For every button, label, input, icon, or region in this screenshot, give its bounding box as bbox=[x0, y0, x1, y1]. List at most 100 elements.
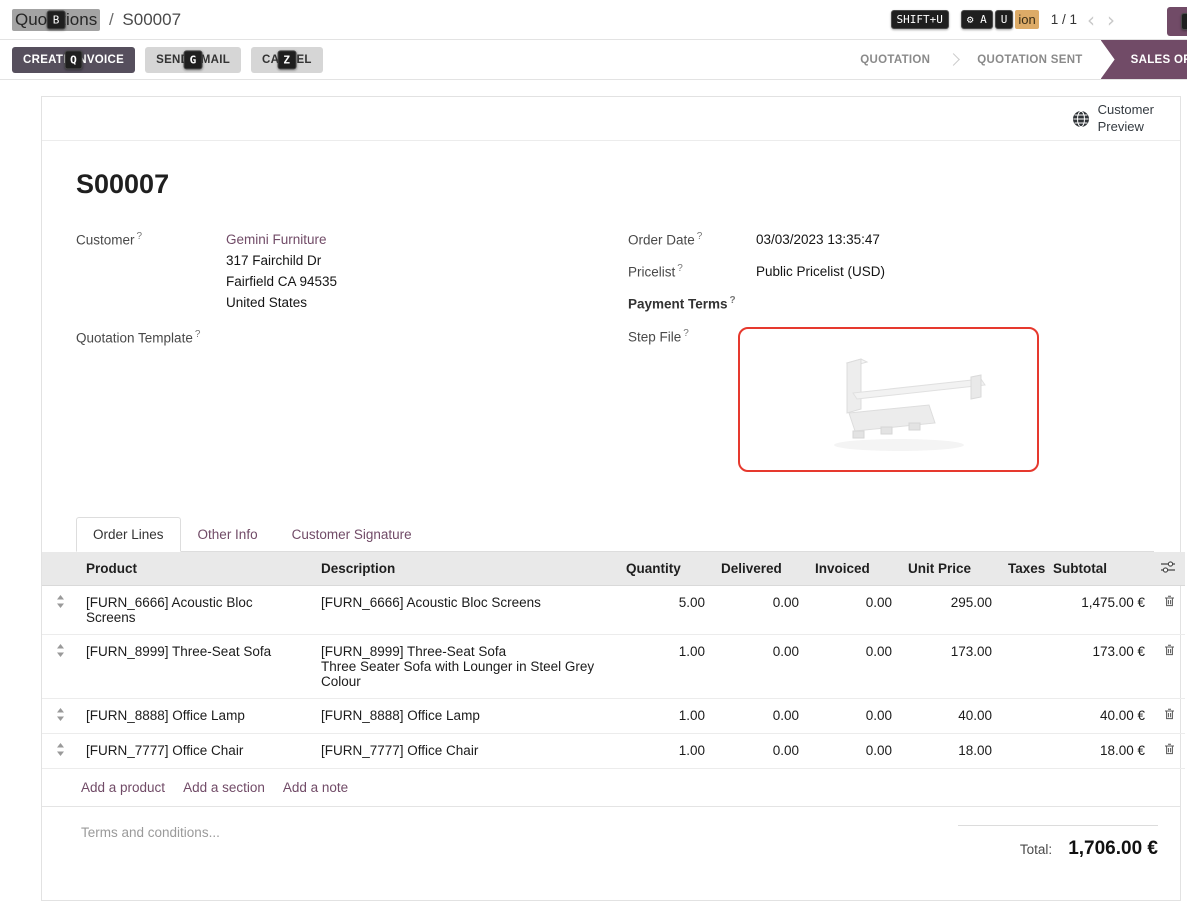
delete-row-button[interactable] bbox=[1153, 635, 1185, 699]
cell-invoiced[interactable]: 0.00 bbox=[807, 586, 900, 635]
trash-icon bbox=[1164, 743, 1175, 755]
drag-handle-icon[interactable] bbox=[42, 734, 78, 769]
quotation-template-label: Quotation Template? bbox=[76, 328, 226, 346]
hint-badge-shift-u: SHIFT+U bbox=[891, 10, 949, 29]
cell-product[interactable]: [FURN_8999] Three-Seat Sofa bbox=[78, 635, 313, 699]
cell-description[interactable]: [FURN_8888] Office Lamp bbox=[313, 699, 618, 734]
cell-product[interactable]: [FURN_8888] Office Lamp bbox=[78, 699, 313, 734]
cell-description[interactable]: [FURN_8999] Three-Seat SofaThree Seater … bbox=[313, 635, 618, 699]
customer-address-line3: United States bbox=[226, 293, 337, 314]
sheet-footer: Terms and conditions... Total: 1,706.00 … bbox=[42, 807, 1180, 900]
tab-order-lines[interactable]: Order Lines bbox=[76, 517, 181, 552]
delete-row-button[interactable] bbox=[1153, 734, 1185, 769]
step-file-image[interactable] bbox=[738, 327, 1039, 472]
optional-columns-toggle[interactable] bbox=[1153, 552, 1185, 586]
cell-unit-price[interactable]: 18.00 bbox=[900, 734, 1000, 769]
add-product-link[interactable]: Add a product bbox=[81, 780, 165, 795]
cell-invoiced[interactable]: 0.00 bbox=[807, 699, 900, 734]
order-date-value[interactable]: 03/03/2023 13:35:47 bbox=[756, 230, 880, 251]
send-email-button[interactable]: SEND EMAIL G bbox=[145, 47, 241, 73]
field-order-date: Order Date? 03/03/2023 13:35:47 bbox=[628, 230, 1154, 251]
breadcrumb-quotations[interactable]: Quotations B bbox=[12, 9, 100, 31]
control-panel-top: Quotations B / S00007 SHIFT+U ⚙ A U ion … bbox=[0, 0, 1187, 40]
cell-delivered[interactable]: 0.00 bbox=[713, 635, 807, 699]
cell-description[interactable]: [FURN_7777] Office Chair bbox=[313, 734, 618, 769]
cell-unit-price[interactable]: 40.00 bbox=[900, 699, 1000, 734]
pager-previous-button[interactable]: ‹ bbox=[1085, 10, 1097, 30]
cell-subtotal: 18.00 € bbox=[1045, 734, 1153, 769]
hint-badge-z: Z bbox=[277, 50, 296, 69]
cell-unit-price[interactable]: 295.00 bbox=[900, 586, 1000, 635]
table-row[interactable]: [FURN_8888] Office Lamp [FURN_8888] Offi… bbox=[42, 699, 1185, 734]
form-view-content: Customer Preview S00007 Customer? Gemini… bbox=[0, 80, 1187, 901]
column-header-description: Description bbox=[313, 552, 618, 586]
cell-quantity[interactable]: 1.00 bbox=[618, 699, 713, 734]
cell-taxes[interactable] bbox=[1000, 734, 1045, 769]
customer-link[interactable]: Gemini Furniture bbox=[226, 232, 327, 247]
add-note-link[interactable]: Add a note bbox=[283, 780, 348, 795]
sheet: Customer Preview S00007 Customer? Gemini… bbox=[41, 96, 1181, 901]
cell-invoiced[interactable]: 0.00 bbox=[807, 734, 900, 769]
record-pager: 1 / 1 ‹ › bbox=[1051, 10, 1117, 30]
cancel-button[interactable]: CANCEL Z bbox=[251, 47, 323, 73]
customer-label: Customer? bbox=[76, 230, 226, 248]
cell-quantity[interactable]: 5.00 bbox=[618, 586, 713, 635]
breadcrumb: Quotations B / S00007 bbox=[12, 9, 181, 31]
drag-handle-icon[interactable] bbox=[42, 635, 78, 699]
create-button[interactable]: C reate bbox=[1167, 7, 1187, 36]
customer-preview-button[interactable]: Customer Preview bbox=[1072, 102, 1154, 136]
drag-handle-icon[interactable] bbox=[42, 586, 78, 635]
hint-badge-c: C bbox=[1181, 13, 1187, 30]
cell-quantity[interactable]: 1.00 bbox=[618, 635, 713, 699]
cell-description[interactable]: [FURN_6666] Acoustic Bloc Screens bbox=[313, 586, 618, 635]
pager-next-button[interactable]: › bbox=[1105, 10, 1117, 30]
drag-handle-icon[interactable] bbox=[42, 699, 78, 734]
delete-row-button[interactable] bbox=[1153, 586, 1185, 635]
help-icon: ? bbox=[137, 231, 143, 242]
terms-and-conditions-input[interactable]: Terms and conditions... bbox=[81, 825, 220, 840]
hint-badge-b: B bbox=[47, 10, 66, 29]
help-icon: ? bbox=[730, 295, 736, 306]
create-invoice-button[interactable]: CREATE INVOICE Q bbox=[12, 47, 135, 73]
cell-delivered[interactable]: 0.00 bbox=[713, 699, 807, 734]
cell-delivered[interactable]: 0.00 bbox=[713, 586, 807, 635]
tab-other-info[interactable]: Other Info bbox=[181, 517, 275, 552]
table-row[interactable]: [FURN_8999] Three-Seat Sofa [FURN_8999] … bbox=[42, 635, 1185, 699]
field-customer: Customer? Gemini Furniture 317 Fairchild… bbox=[76, 230, 628, 314]
customer-address-line1: 317 Fairchild Dr bbox=[226, 251, 337, 272]
cell-taxes[interactable] bbox=[1000, 586, 1045, 635]
globe-icon bbox=[1072, 110, 1090, 128]
status-step-quotation[interactable]: QUOTATION bbox=[842, 40, 948, 79]
chevron-right-icon: › bbox=[1107, 8, 1115, 32]
action-menu-button[interactable]: ⚙ A U ion bbox=[961, 10, 1039, 29]
trash-icon bbox=[1164, 708, 1175, 720]
tab-customer-signature[interactable]: Customer Signature bbox=[275, 517, 429, 552]
sliders-icon bbox=[1161, 561, 1175, 573]
chevron-left-icon: ‹ bbox=[1087, 8, 1095, 32]
table-footer-links: Add a product Add a section Add a note bbox=[42, 769, 1180, 807]
column-header-taxes: Taxes bbox=[1000, 552, 1045, 586]
field-quotation-template: Quotation Template? bbox=[76, 328, 628, 346]
table-row[interactable]: [FURN_7777] Office Chair [FURN_7777] Off… bbox=[42, 734, 1185, 769]
column-header-delivered: Delivered bbox=[713, 552, 807, 586]
delete-row-button[interactable] bbox=[1153, 699, 1185, 734]
customer-preview-label: Customer Preview bbox=[1098, 102, 1154, 136]
cell-invoiced[interactable]: 0.00 bbox=[807, 635, 900, 699]
add-section-link[interactable]: Add a section bbox=[183, 780, 265, 795]
cell-taxes[interactable] bbox=[1000, 699, 1045, 734]
cell-taxes[interactable] bbox=[1000, 635, 1045, 699]
column-header-unit-price: Unit Price bbox=[900, 552, 1000, 586]
cell-unit-price[interactable]: 173.00 bbox=[900, 635, 1000, 699]
cell-product[interactable]: [FURN_6666] Acoustic Bloc Screens bbox=[78, 586, 313, 635]
status-step-sales-order[interactable]: SALES ORDER bbox=[1101, 40, 1187, 79]
cell-delivered[interactable]: 0.00 bbox=[713, 734, 807, 769]
column-header-invoiced: Invoiced bbox=[807, 552, 900, 586]
cell-product[interactable]: [FURN_7777] Office Chair bbox=[78, 734, 313, 769]
column-header-product: Product bbox=[78, 552, 313, 586]
help-icon: ? bbox=[195, 329, 201, 340]
status-step-quotation-sent[interactable]: QUOTATION SENT bbox=[959, 40, 1100, 79]
gear-icon: ⚙ A bbox=[961, 10, 993, 29]
pricelist-value[interactable]: Public Pricelist (USD) bbox=[756, 262, 885, 283]
table-row[interactable]: [FURN_6666] Acoustic Bloc Screens [FURN_… bbox=[42, 586, 1185, 635]
cell-quantity[interactable]: 1.00 bbox=[618, 734, 713, 769]
